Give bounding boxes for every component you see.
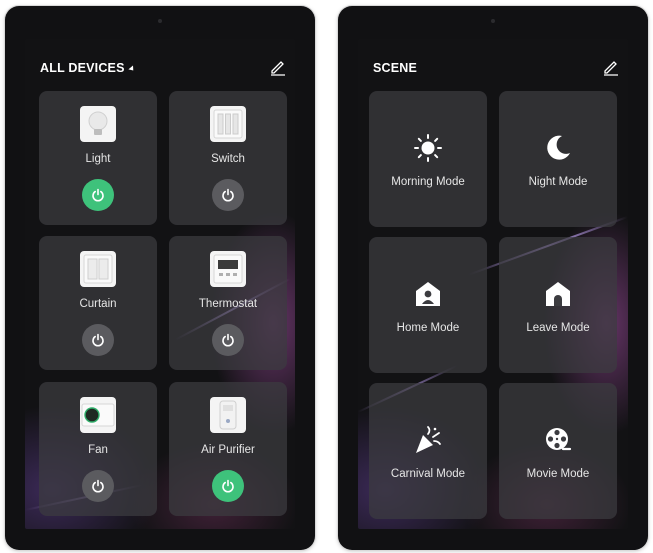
device-label: Air Purifier bbox=[201, 444, 255, 456]
home-door-icon bbox=[543, 279, 573, 309]
device-tile-fan[interactable]: Fan bbox=[39, 382, 157, 516]
film-reel-icon bbox=[543, 425, 573, 455]
moon-icon bbox=[543, 133, 573, 163]
scene-screen: SCENE Morning Mode Night Mode Home Mode … bbox=[358, 39, 628, 529]
scene-label: Home Mode bbox=[396, 322, 460, 334]
air-purifier-icon bbox=[210, 397, 246, 433]
power-icon bbox=[222, 188, 234, 202]
page-title: SCENE bbox=[373, 61, 418, 75]
power-toggle-button[interactable] bbox=[82, 179, 114, 211]
thermostat-icon bbox=[210, 251, 246, 287]
sun-icon bbox=[413, 133, 443, 163]
scene-tile-movie[interactable]: Movie Mode bbox=[499, 383, 617, 519]
scene-label: Movie Mode bbox=[526, 468, 590, 480]
power-toggle-button[interactable] bbox=[82, 324, 114, 356]
power-icon bbox=[92, 333, 104, 347]
power-toggle-button[interactable] bbox=[212, 324, 244, 356]
home-person-icon bbox=[413, 279, 443, 309]
scene-tile-carnival[interactable]: Carnival Mode bbox=[369, 383, 487, 519]
fan-icon bbox=[80, 397, 116, 433]
device-tile-curtain[interactable]: Curtain bbox=[39, 236, 157, 370]
device-label: Thermostat bbox=[198, 298, 258, 310]
scene-label: Carnival Mode bbox=[390, 468, 466, 480]
device-label: Curtain bbox=[79, 298, 117, 310]
pencil-edit-icon[interactable] bbox=[269, 58, 287, 76]
scene-label: Night Mode bbox=[528, 176, 588, 188]
devices-screen: ALL DEVICES Light Switch Curtain Thermos… bbox=[25, 39, 295, 529]
light-bulb-icon bbox=[80, 106, 116, 142]
scene-label: Morning Mode bbox=[391, 176, 465, 188]
scene-tile-home[interactable]: Home Mode bbox=[369, 237, 487, 373]
devices-panel-device: ALL DEVICES Light Switch Curtain Thermos… bbox=[5, 6, 315, 550]
power-icon bbox=[222, 479, 234, 493]
page-title[interactable]: ALL DEVICES bbox=[40, 61, 136, 75]
device-label: Light bbox=[85, 153, 111, 165]
party-popper-icon bbox=[413, 425, 443, 455]
scene-tile-morning[interactable]: Morning Mode bbox=[369, 91, 487, 227]
camera-dot bbox=[158, 19, 162, 23]
power-toggle-button[interactable] bbox=[82, 470, 114, 502]
pencil-edit-icon[interactable] bbox=[602, 58, 620, 76]
scene-tile-leave[interactable]: Leave Mode bbox=[499, 237, 617, 373]
page-title-text: ALL DEVICES bbox=[40, 61, 125, 75]
curtain-icon bbox=[80, 251, 116, 287]
power-icon bbox=[92, 479, 104, 493]
device-tile-light[interactable]: Light bbox=[39, 91, 157, 225]
device-label: Fan bbox=[88, 444, 108, 456]
wall-switch-icon bbox=[210, 106, 246, 142]
scene-panel-device: SCENE Morning Mode Night Mode Home Mode … bbox=[338, 6, 648, 550]
device-label: Switch bbox=[211, 153, 245, 165]
scene-tile-night[interactable]: Night Mode bbox=[499, 91, 617, 227]
power-toggle-button[interactable] bbox=[212, 179, 244, 211]
power-toggle-button[interactable] bbox=[212, 470, 244, 502]
device-tile-switch[interactable]: Switch bbox=[169, 91, 287, 225]
power-icon bbox=[92, 188, 104, 202]
scene-label: Leave Mode bbox=[526, 322, 590, 334]
caret-down-icon bbox=[128, 65, 136, 73]
device-tile-thermostat[interactable]: Thermostat bbox=[169, 236, 287, 370]
camera-dot bbox=[491, 19, 495, 23]
device-tile-air-purifier[interactable]: Air Purifier bbox=[169, 382, 287, 516]
power-icon bbox=[222, 333, 234, 347]
